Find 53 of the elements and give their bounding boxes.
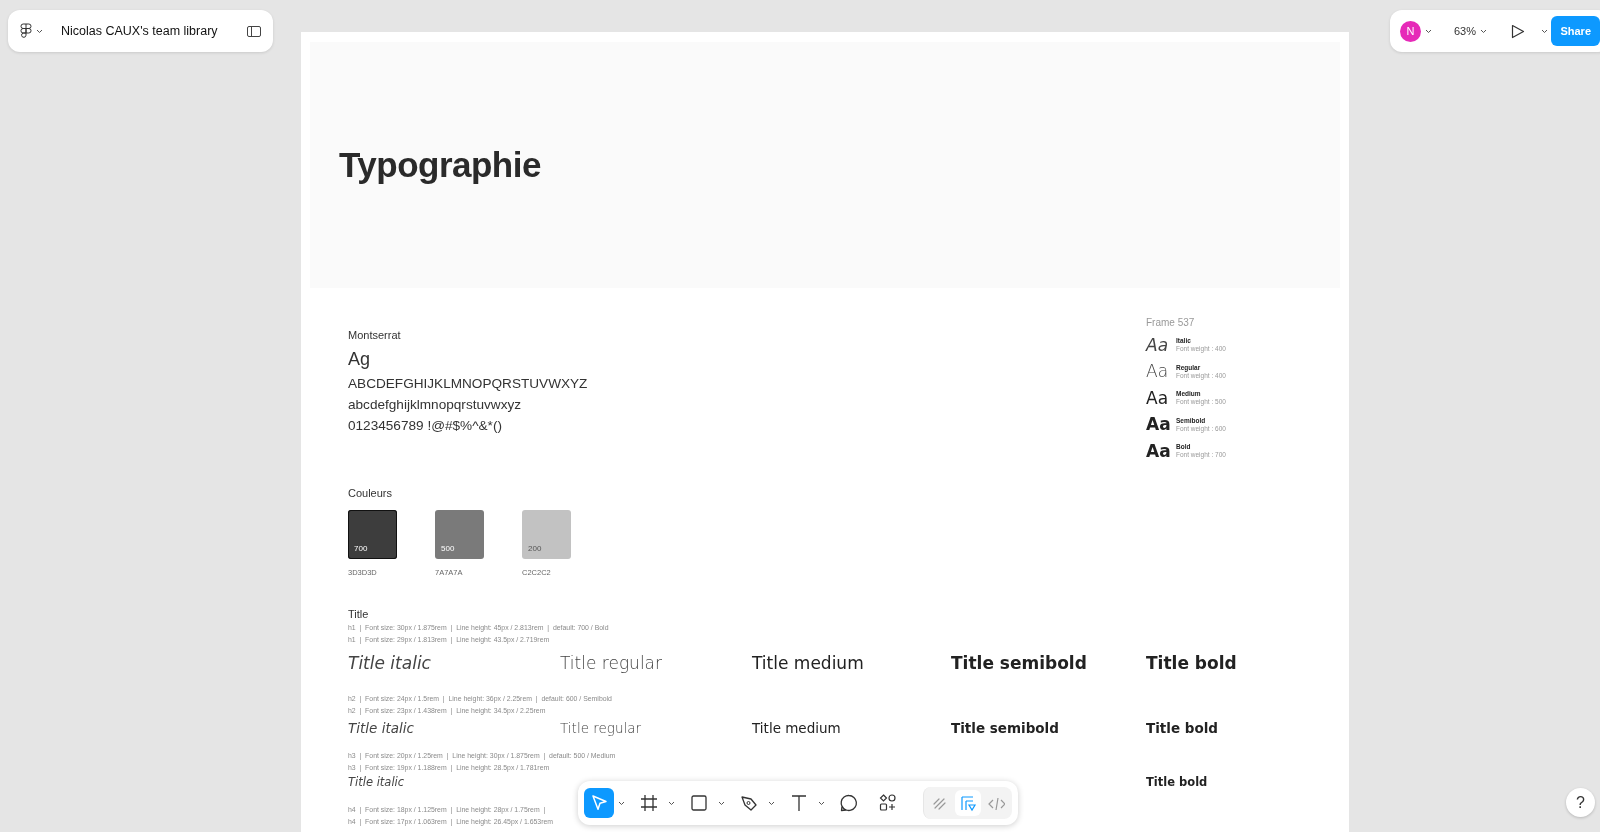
character-set: ABCDEFGHIJKLMNOPQRSTUVWXYZ xyxy=(348,374,589,393)
caret-icon[interactable] xyxy=(1480,28,1488,34)
type-sample: Title semibold xyxy=(951,719,1060,739)
type-sample: Title italic xyxy=(348,719,415,739)
play-icon[interactable] xyxy=(1511,23,1526,39)
caret-icon[interactable] xyxy=(1541,28,1549,34)
type-sample: Title bold xyxy=(1146,719,1219,739)
type-sample: Title italic xyxy=(348,651,432,675)
help-button[interactable]: ? xyxy=(1566,788,1595,817)
weight-sample: Aa xyxy=(1146,386,1170,410)
caret-icon[interactable] xyxy=(818,800,825,806)
glyph-sample: Ag xyxy=(348,347,372,371)
caret-icon[interactable] xyxy=(718,800,725,806)
rectangle-icon xyxy=(689,793,709,813)
weight-sample: Aa xyxy=(1146,360,1170,383)
caret-icon[interactable] xyxy=(768,800,775,806)
weight-sample: Aa xyxy=(1146,333,1170,357)
type-sample: Title regular xyxy=(560,719,642,739)
shade-label: 200 xyxy=(528,542,542,555)
character-set: 0123456789 !@#$%^&*() xyxy=(348,416,503,435)
caret-icon[interactable] xyxy=(668,800,675,806)
page-title: Typographie xyxy=(339,143,541,186)
type-sample: Title medium xyxy=(752,719,842,739)
dev-mode-icon xyxy=(959,794,977,812)
type-sample: Title bold xyxy=(1146,773,1209,791)
frame-tool-icon xyxy=(639,793,659,813)
shade-label: 500 xyxy=(441,542,455,555)
sidebar-toggle-icon[interactable] xyxy=(247,25,261,37)
type-sample: Title regular xyxy=(560,651,664,675)
caret-icon[interactable] xyxy=(1425,28,1432,34)
shapes-icon xyxy=(878,793,898,813)
text-tool-icon xyxy=(789,793,809,813)
font-name: Montserrat xyxy=(348,328,402,343)
logo-icon[interactable] xyxy=(20,23,32,39)
character-set: abcdefghijklmnopqrstuvwxyz xyxy=(348,395,523,414)
type-sample: Title bold xyxy=(1146,651,1238,675)
type-sample: Title medium xyxy=(752,651,865,675)
section-title: Couleurs xyxy=(348,486,394,501)
file-title: Nicolas CAUX's team library xyxy=(61,22,218,40)
user-avatar[interactable]: N xyxy=(1400,20,1421,42)
pen-icon xyxy=(739,793,759,813)
caret-icon[interactable] xyxy=(36,28,43,34)
weight-sample: Aa xyxy=(1146,439,1172,463)
section-title: Title xyxy=(348,606,370,622)
caret-icon[interactable] xyxy=(618,800,625,806)
weight-sample: Aa xyxy=(1146,413,1172,436)
move-tool-icon xyxy=(589,793,609,813)
type-sample: Title semibold xyxy=(951,651,1088,675)
type-sample: Title italic xyxy=(348,773,406,791)
shade-label: 700 xyxy=(354,542,368,555)
zoom-level[interactable]: 63% xyxy=(1454,22,1477,40)
comment-icon xyxy=(839,793,859,813)
frame-title: Frame 537 xyxy=(1146,316,1196,330)
